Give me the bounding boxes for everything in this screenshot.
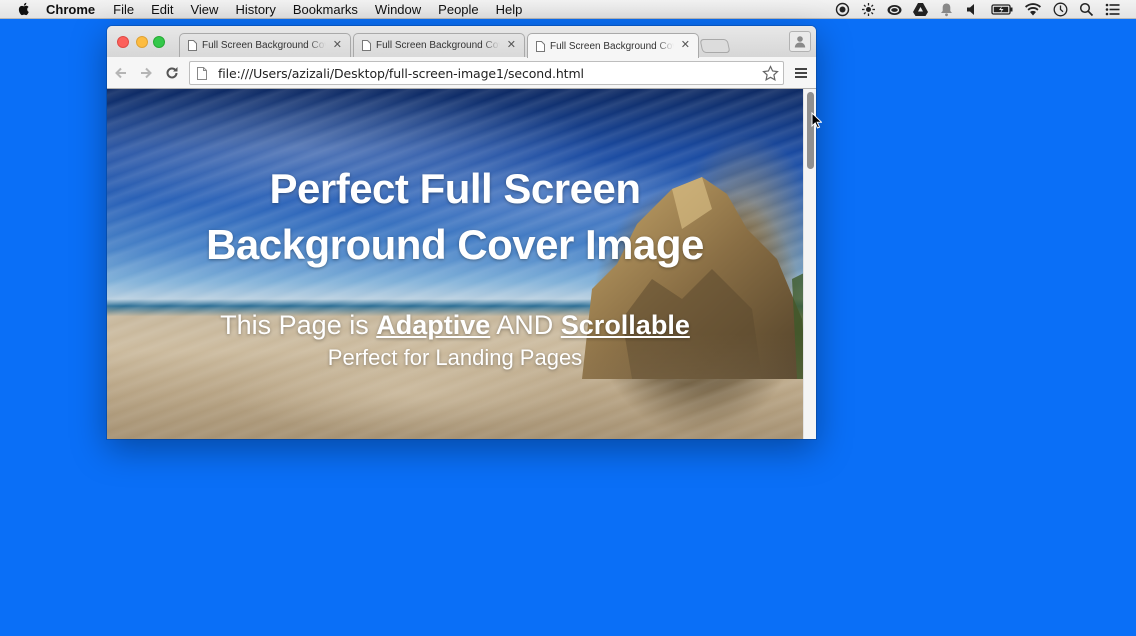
vertical-scrollbar[interactable] — [803, 89, 816, 439]
volume-icon[interactable] — [965, 2, 980, 17]
menu-history[interactable]: History — [235, 0, 275, 19]
chrome-menu-icon[interactable] — [795, 67, 807, 79]
reload-icon[interactable] — [164, 65, 180, 81]
page-icon — [197, 66, 207, 80]
tab-1[interactable]: Full Screen Background Cover Image ✕ — [179, 33, 351, 57]
tab-title: Full Screen Background Cover Image — [202, 40, 326, 51]
forward-arrow-icon[interactable] — [138, 65, 154, 81]
page-heading: Perfect Full Screen Background Cover Ima… — [107, 161, 803, 273]
menu-people[interactable]: People — [438, 0, 478, 19]
clock-icon[interactable] — [1053, 2, 1068, 17]
bookmark-star-icon[interactable] — [762, 65, 779, 82]
window-close-button[interactable] — [117, 36, 129, 48]
menu-view[interactable]: View — [190, 0, 218, 19]
browser-toolbar: file:///Users/azizali/Desktop/full-scree… — [107, 57, 816, 89]
mouse-cursor-icon — [811, 112, 822, 129]
tab-strip: Full Screen Background Cover Image ✕ Ful… — [107, 26, 816, 58]
window-maximize-button[interactable] — [153, 36, 165, 48]
tab-title: Full Screen Background Cover Image — [376, 40, 500, 51]
menu-app-chrome[interactable]: Chrome — [46, 0, 95, 19]
window-minimize-button[interactable] — [136, 36, 148, 48]
brightness-icon[interactable] — [861, 2, 876, 17]
page-favicon-icon — [362, 40, 371, 51]
scrollbar-thumb[interactable] — [807, 92, 814, 169]
person-icon — [794, 36, 806, 48]
new-tab-button[interactable] — [699, 39, 731, 53]
tab-title: Full Screen Background Cover Image — [550, 40, 674, 52]
tab-2[interactable]: Full Screen Background Cover Image ✕ — [353, 33, 525, 57]
page-favicon-icon — [188, 40, 197, 51]
menu-window[interactable]: Window — [375, 0, 421, 19]
menu-bookmarks[interactable]: Bookmarks — [293, 0, 358, 19]
status-area — [835, 0, 1136, 19]
page-favicon-icon — [536, 40, 545, 52]
adaptive-link[interactable]: Adaptive — [376, 310, 490, 340]
page-content: Perfect Full Screen Background Cover Ima… — [107, 89, 803, 439]
menu-edit[interactable]: Edit — [151, 0, 173, 19]
tab-close-icon[interactable]: ✕ — [333, 39, 342, 51]
battery-icon[interactable] — [991, 2, 1013, 17]
tab-3-active[interactable]: Full Screen Background Cover Image ✕ — [527, 33, 699, 58]
tagline: Perfect for Landing Pages — [327, 345, 583, 370]
record-icon[interactable] — [835, 2, 850, 17]
url-text: file:///Users/azizali/Desktop/full-scree… — [218, 65, 584, 81]
notification-center-icon[interactable] — [1105, 2, 1120, 17]
heading-line-1: Perfect Full Screen — [269, 165, 641, 212]
menu-bar: Chrome File Edit View History Bookmarks … — [0, 0, 1136, 19]
hero-text: Perfect Full Screen Background Cover Ima… — [107, 161, 803, 372]
subtitle-mid: AND — [490, 310, 561, 340]
google-drive-icon[interactable] — [913, 2, 928, 17]
spotlight-search-icon[interactable] — [1079, 2, 1094, 17]
tab-close-icon[interactable]: ✕ — [681, 39, 690, 51]
apple-logo-icon[interactable] — [16, 2, 30, 16]
back-arrow-icon[interactable] — [113, 65, 129, 81]
creative-cloud-icon[interactable] — [887, 2, 902, 17]
subtitle-prefix: This Page is — [220, 310, 377, 340]
heading-line-2: Background Cover Image — [206, 221, 704, 268]
address-bar[interactable]: file:///Users/azizali/Desktop/full-scree… — [189, 61, 784, 85]
profile-button[interactable] — [789, 31, 811, 52]
notification-bell-icon[interactable] — [939, 2, 954, 17]
wifi-icon[interactable] — [1024, 2, 1042, 17]
tab-close-icon[interactable]: ✕ — [507, 39, 516, 51]
menu-file[interactable]: File — [113, 0, 134, 19]
subtitle: This Page is Adaptive AND Scrollable — [107, 308, 803, 342]
browser-window: Full Screen Background Cover Image ✕ Ful… — [107, 26, 816, 439]
menu-help[interactable]: Help — [496, 0, 523, 19]
scrollable-link[interactable]: Scrollable — [561, 310, 690, 340]
